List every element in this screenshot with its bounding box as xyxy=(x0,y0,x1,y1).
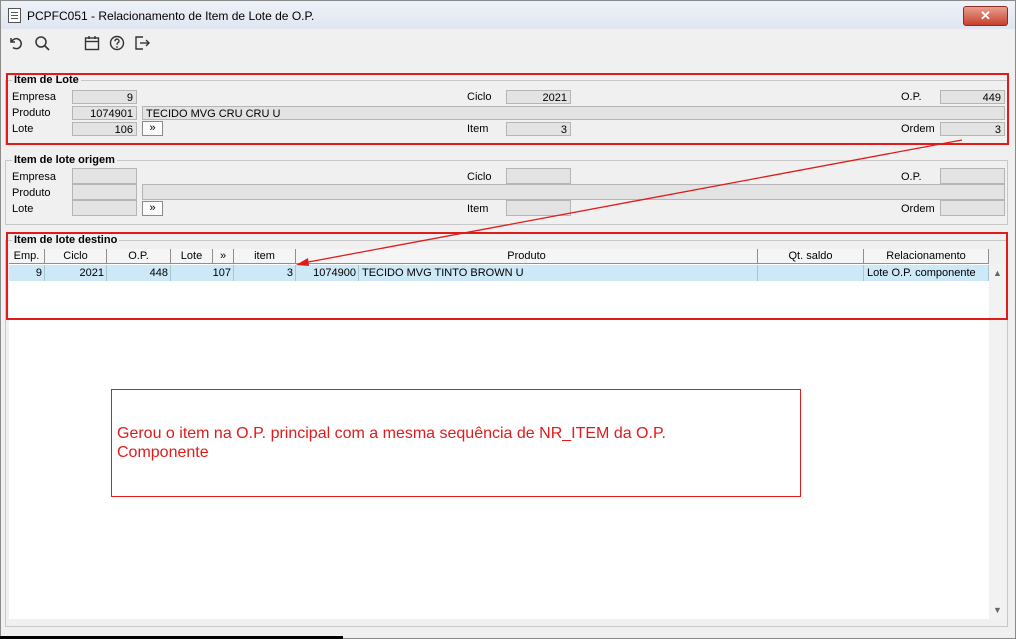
arrow-annotation xyxy=(296,139,963,266)
annotation-line-2: Componente xyxy=(117,444,209,461)
annotation-text: Gerou o item na O.P. principal com a mes… xyxy=(117,424,666,462)
annotation-line-1: Gerou o item na O.P. principal com a mes… xyxy=(117,425,666,442)
annotation-box: Gerou o item na O.P. principal com a mes… xyxy=(111,389,801,497)
